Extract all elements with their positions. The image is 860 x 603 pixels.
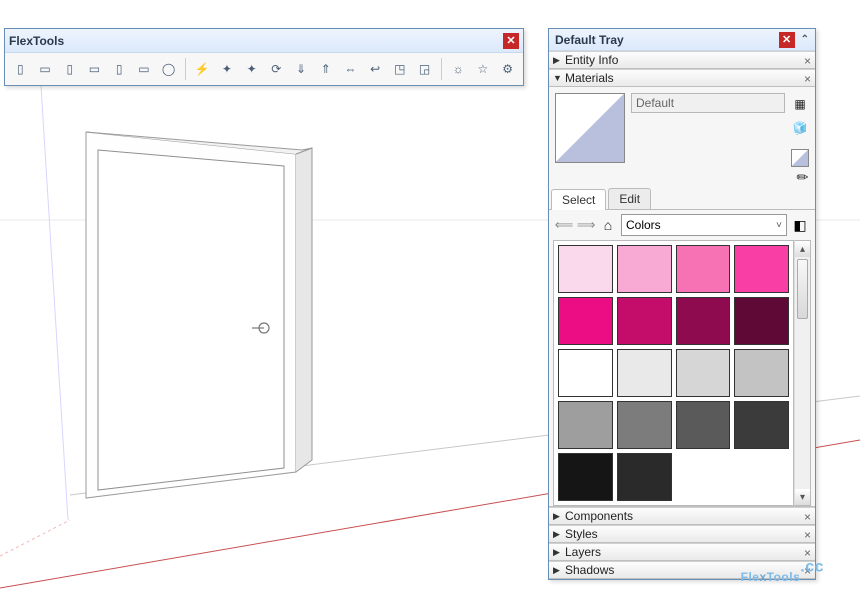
refresh-icon[interactable]: ⟳	[265, 57, 288, 81]
hand-icon[interactable]: ☼	[447, 57, 470, 81]
scrollbar[interactable]: ▴ ▾	[794, 240, 811, 506]
library-menu-icon[interactable]: ◧	[791, 216, 809, 234]
color-swatch[interactable]	[558, 453, 613, 501]
chevron-down-icon: ˅	[776, 220, 782, 231]
flip-h-icon[interactable]: ⇔	[339, 57, 362, 81]
forward-icon[interactable]: ⟹	[577, 216, 595, 234]
swatch-grid	[553, 240, 794, 506]
color-swatch[interactable]	[617, 401, 672, 449]
scroll-thumb[interactable]	[797, 259, 808, 319]
circle-icon[interactable]: ◯	[157, 57, 180, 81]
flextools-title: FlexTools	[9, 34, 64, 48]
separator	[185, 58, 186, 80]
color-swatch[interactable]	[617, 453, 672, 501]
flash-icon[interactable]: ⚡	[191, 57, 214, 81]
color-swatch[interactable]	[558, 401, 613, 449]
backface-preview[interactable]	[791, 149, 809, 167]
south-arrow-icon[interactable]: ⇓	[290, 57, 313, 81]
library-selected-value: Colors	[626, 218, 661, 232]
color-swatch[interactable]	[617, 297, 672, 345]
materials-panel-body: Default ▦ 🧊 ✎ Select Edit ⟸ ⟹ ⌂	[549, 87, 815, 507]
double-door-icon[interactable]: ▯	[58, 57, 81, 81]
create-material-icon[interactable]: ▦	[791, 95, 809, 113]
flextools-toolbar-window[interactable]: FlexTools ✕ ▯▭▯▭▯▭◯⚡✦✦⟳⇓⇑⇔↩◳◲☼☆⚙	[4, 28, 524, 86]
color-swatch[interactable]	[676, 401, 731, 449]
chevron-right-icon: ▶	[553, 55, 565, 66]
panel-styles[interactable]: ▶ Styles ×	[549, 525, 815, 543]
panel-materials[interactable]: ▼ Materials ×	[549, 69, 815, 87]
panel-components[interactable]: ▶ Components ×	[549, 507, 815, 525]
panel-layers[interactable]: ▶ Layers ×	[549, 543, 815, 561]
chevron-right-icon: ▶	[553, 529, 565, 540]
star-icon[interactable]: ☆	[472, 57, 495, 81]
panel-title: Shadows	[565, 563, 614, 577]
chevron-right-icon: ▶	[553, 511, 565, 522]
panel-close-icon[interactable]: ×	[804, 54, 811, 68]
home-icon[interactable]: ⌂	[599, 216, 617, 234]
panel-title: Entity Info	[565, 53, 618, 67]
flextools-toolbar: ▯▭▯▭▯▭◯⚡✦✦⟳⇓⇑⇔↩◳◲☼☆⚙	[5, 53, 523, 85]
materials-nav: ⟸ ⟹ ⌂ Colors ˅ ◧	[549, 210, 815, 240]
box-b-icon[interactable]: ◲	[413, 57, 436, 81]
tray-title: Default Tray	[555, 33, 624, 47]
color-swatch[interactable]	[617, 349, 672, 397]
north-arrow-icon[interactable]: ⇑	[314, 57, 337, 81]
curve-icon[interactable]: ↩	[364, 57, 387, 81]
door-icon[interactable]: ▯	[9, 57, 32, 81]
scroll-track[interactable]	[795, 257, 810, 489]
library-dropdown[interactable]: Colors ˅	[621, 214, 787, 236]
color-swatch[interactable]	[676, 349, 731, 397]
casement-icon[interactable]: ▭	[133, 57, 156, 81]
panel-entity-info[interactable]: ▶ Entity Info ×	[549, 51, 815, 69]
sparkle2-icon[interactable]: ✦	[240, 57, 263, 81]
panel-close-icon[interactable]: ×	[804, 528, 811, 542]
tab-select[interactable]: Select	[551, 189, 606, 210]
material-name-field[interactable]: Default	[631, 93, 785, 113]
paint-bucket-icon[interactable]: 🧊	[791, 119, 809, 137]
color-swatch[interactable]	[676, 245, 731, 293]
chevron-right-icon: ▶	[553, 547, 565, 558]
default-tray[interactable]: Default Tray ✕ ⌃ ▶ Entity Info × ▼ Mater…	[548, 28, 816, 580]
color-swatch[interactable]	[734, 245, 789, 293]
color-swatch[interactable]	[676, 297, 731, 345]
box-a-icon[interactable]: ◳	[388, 57, 411, 81]
panel-close-icon[interactable]: ×	[804, 510, 811, 524]
panel-shadows[interactable]: ▶ Shadows ×	[549, 561, 815, 579]
close-icon[interactable]: ✕	[503, 33, 519, 49]
color-swatch[interactable]	[558, 297, 613, 345]
close-icon[interactable]: ✕	[779, 32, 795, 48]
sliding-door-icon[interactable]: ▭	[83, 57, 106, 81]
scroll-down-icon[interactable]: ▾	[795, 489, 810, 505]
panel-title: Materials	[565, 71, 614, 85]
flextools-titlebar[interactable]: FlexTools ✕	[5, 29, 523, 53]
panel-close-icon[interactable]: ×	[804, 546, 811, 560]
panel-title: Styles	[565, 527, 598, 541]
material-preview[interactable]	[555, 93, 625, 163]
color-swatch[interactable]	[558, 245, 613, 293]
chevron-right-icon: ▶	[553, 565, 565, 576]
panel-title: Layers	[565, 545, 601, 559]
tab-edit[interactable]: Edit	[608, 188, 651, 209]
eyedropper-icon[interactable]: ✎	[793, 167, 813, 187]
color-swatch[interactable]	[734, 401, 789, 449]
collapse-arrow-icon[interactable]: ⌃	[801, 34, 809, 45]
color-swatch[interactable]	[617, 245, 672, 293]
color-swatch[interactable]	[558, 349, 613, 397]
window-icon[interactable]: ▭	[34, 57, 57, 81]
panel-close-icon[interactable]: ×	[804, 564, 811, 578]
panel-title: Components	[565, 509, 633, 523]
chevron-down-icon: ▼	[553, 73, 565, 83]
materials-tabs: Select Edit	[549, 188, 815, 210]
gear-icon[interactable]: ⚙	[496, 57, 519, 81]
color-swatch[interactable]	[734, 297, 789, 345]
material-name-value: Default	[636, 96, 674, 110]
back-icon[interactable]: ⟸	[555, 216, 573, 234]
separator	[441, 58, 442, 80]
scroll-up-icon[interactable]: ▴	[795, 241, 810, 257]
tray-titlebar[interactable]: Default Tray ✕ ⌃	[549, 29, 815, 51]
panel-close-icon[interactable]: ×	[804, 72, 811, 86]
sparkle-icon[interactable]: ✦	[216, 57, 239, 81]
color-swatch[interactable]	[734, 349, 789, 397]
garage-door-icon[interactable]: ▯	[108, 57, 131, 81]
